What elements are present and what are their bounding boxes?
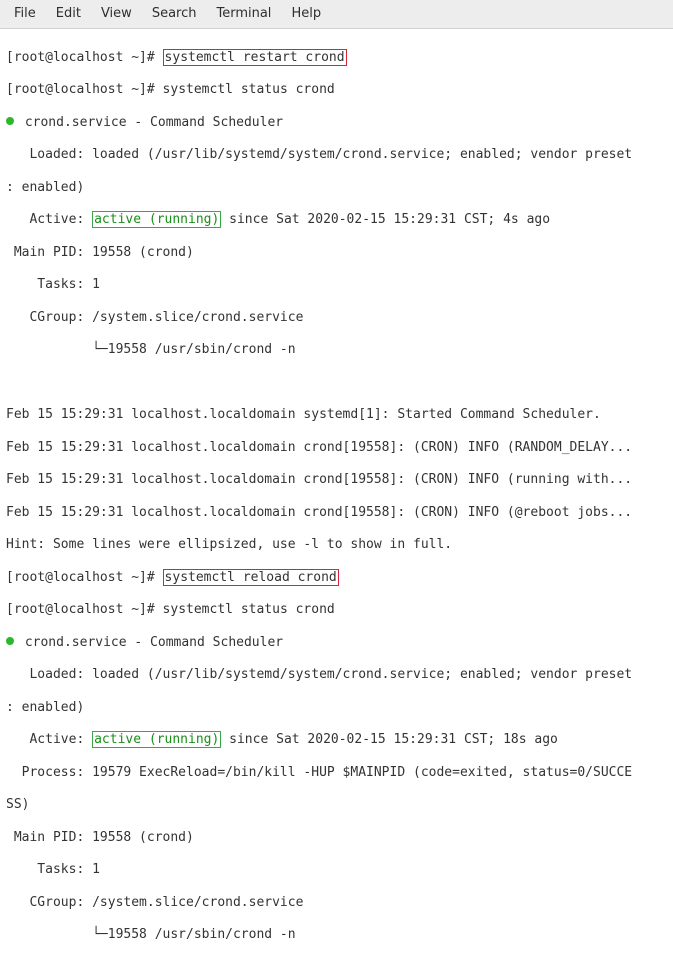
menu-file[interactable]: File xyxy=(6,4,44,24)
cmd-status-crond: systemctl status crond xyxy=(163,82,335,97)
menu-search[interactable]: Search xyxy=(144,4,205,24)
journal-line: Feb 15 15:29:31 localhost.localdomain cr… xyxy=(6,472,667,488)
cmd-reload-crond: systemctl reload crond xyxy=(163,569,339,586)
hint-line: Hint: Some lines were ellipsized, use -l… xyxy=(6,537,667,553)
prompt: [root@localhost ~]# xyxy=(6,82,163,97)
loaded-line-2: : enabled) xyxy=(6,180,667,196)
prompt: [root@localhost ~]# xyxy=(6,50,163,65)
cgroup-child: └─19558 /usr/sbin/crond -n xyxy=(6,342,667,358)
cgroup-line: CGroup: /system.slice/crond.service xyxy=(6,310,667,326)
journal-line: Feb 15 15:29:31 localhost.localdomain cr… xyxy=(6,505,667,521)
active-prefix: Active: xyxy=(6,732,92,747)
cgroup-child: └─19558 /usr/sbin/crond -n xyxy=(6,927,667,943)
active-prefix: Active: xyxy=(6,212,92,227)
menu-help[interactable]: Help xyxy=(283,4,329,24)
tasks-line: Tasks: 1 xyxy=(6,277,667,293)
process-line-2: SS) xyxy=(6,797,667,813)
cgroup-line: CGroup: /system.slice/crond.service xyxy=(6,895,667,911)
service-line: crond.service - Command Scheduler xyxy=(17,635,283,650)
cmd-restart-crond: systemctl restart crond xyxy=(163,49,347,66)
status-dot-icon xyxy=(6,117,14,125)
menu-view[interactable]: View xyxy=(93,4,140,24)
menu-terminal[interactable]: Terminal xyxy=(208,4,279,24)
tasks-line: Tasks: 1 xyxy=(6,862,667,878)
loaded-line-1: Loaded: loaded (/usr/lib/systemd/system/… xyxy=(6,667,667,683)
active-state: active (running) xyxy=(92,731,221,748)
active-since-1: since Sat 2020-02-15 15:29:31 CST; 4s ag… xyxy=(221,212,550,227)
process-line-1: Process: 19579 ExecReload=/bin/kill -HUP… xyxy=(6,765,667,781)
status-dot-icon xyxy=(6,637,14,645)
prompt: [root@localhost ~]# xyxy=(6,602,163,617)
cmd-status-crond: systemctl status crond xyxy=(163,602,335,617)
active-state: active (running) xyxy=(92,211,221,228)
active-since-2: since Sat 2020-02-15 15:29:31 CST; 18s a… xyxy=(221,732,558,747)
service-line: crond.service - Command Scheduler xyxy=(17,115,283,130)
main-pid: Main PID: 19558 (crond) xyxy=(6,245,667,261)
main-pid: Main PID: 19558 (crond) xyxy=(6,830,667,846)
loaded-line-1: Loaded: loaded (/usr/lib/systemd/system/… xyxy=(6,147,667,163)
prompt: [root@localhost ~]# xyxy=(6,570,163,585)
terminal-output[interactable]: [root@localhost ~]# systemctl restart cr… xyxy=(0,29,673,967)
menubar: File Edit View Search Terminal Help xyxy=(0,0,673,29)
loaded-line-2: : enabled) xyxy=(6,700,667,716)
journal-line: Feb 15 15:29:31 localhost.localdomain cr… xyxy=(6,440,667,456)
journal-line: Feb 15 15:29:31 localhost.localdomain sy… xyxy=(6,407,667,423)
menu-edit[interactable]: Edit xyxy=(48,4,89,24)
